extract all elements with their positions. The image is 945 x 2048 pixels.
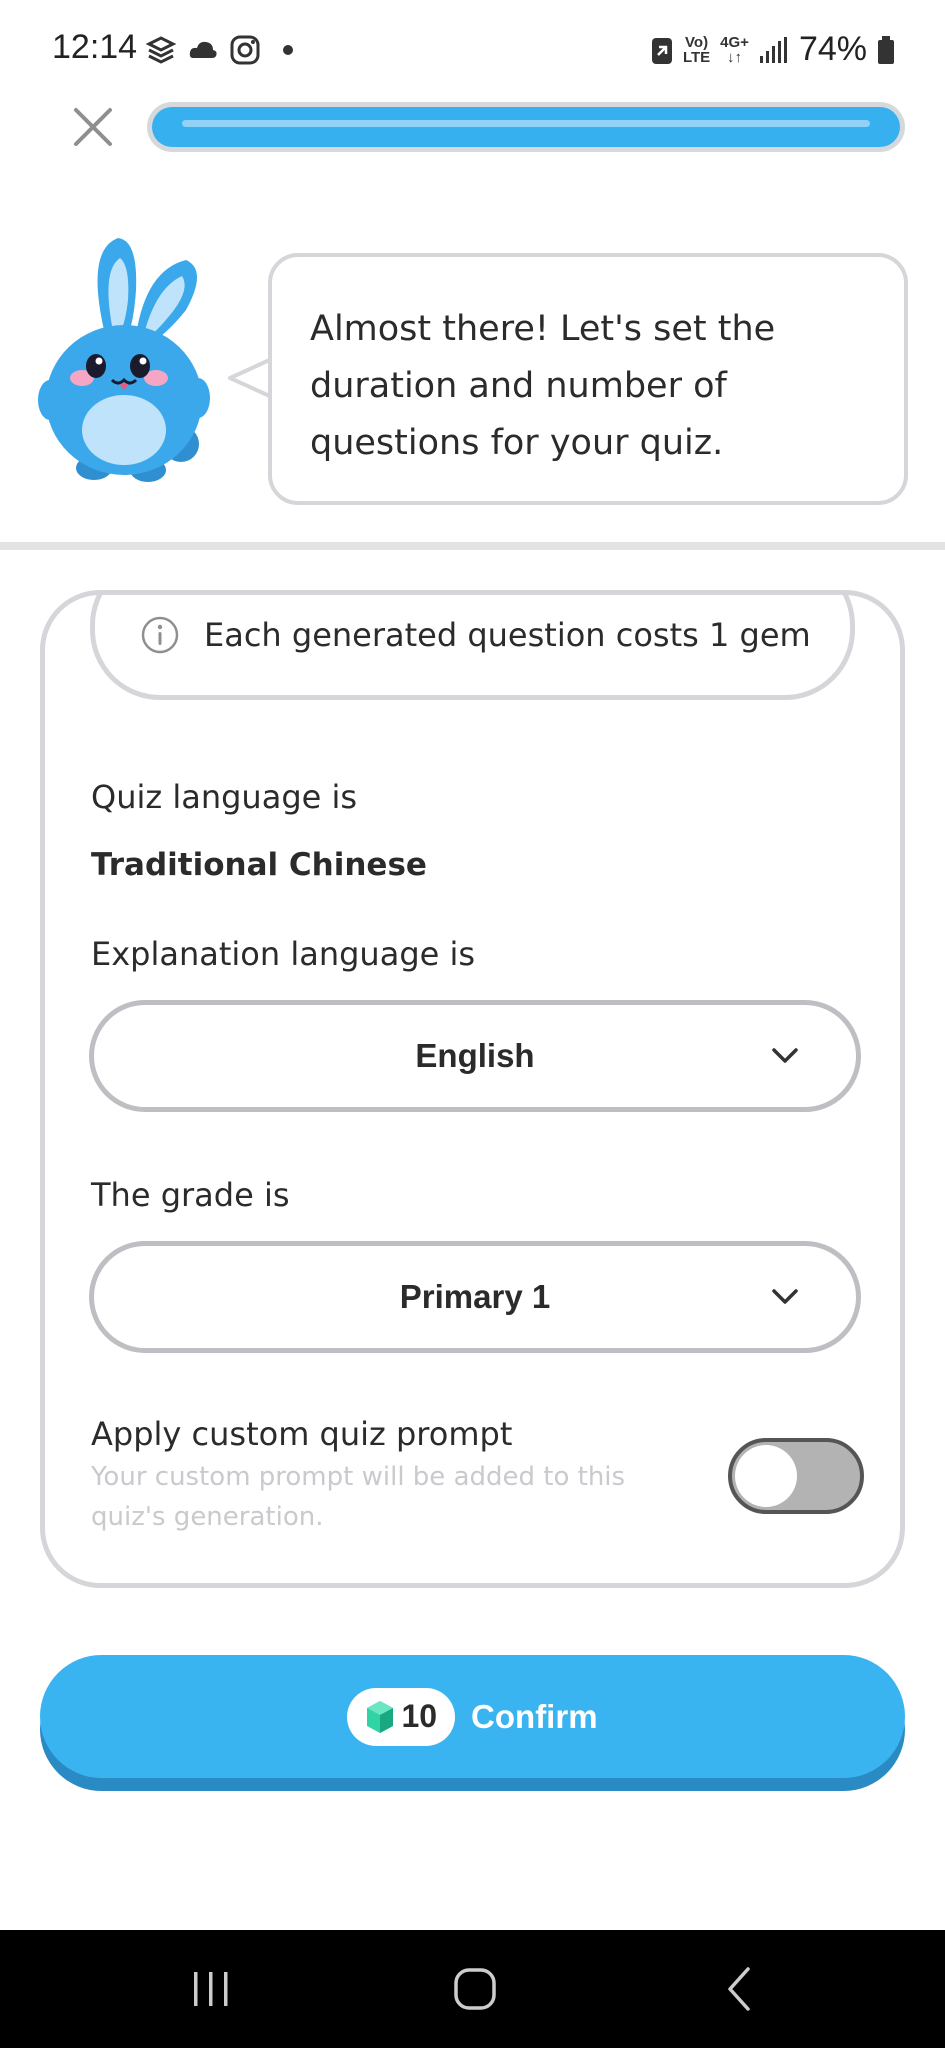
signal-icon [759,36,787,63]
gem-cost-chip: 10 [347,1687,456,1746]
volte-top: Vo) [685,33,709,51]
section-divider [0,542,945,550]
gem-cost-notice: Each generated question costs 1 gem [90,595,855,700]
status-time: 12:14 [52,28,138,66]
volte-indicator: Vo) LTE [683,35,710,65]
gem-icon [367,1700,394,1733]
grade-label: The grade is [91,1176,290,1214]
bunny-mascot-icon [38,238,210,482]
quiz-language-value: Traditional Chinese [91,847,427,883]
custom-prompt-subtitle: Your custom prompt will be added to this… [91,1462,626,1532]
stack-app-icon [145,36,177,64]
battery-saver-icon [651,37,672,64]
instagram-icon [230,35,260,65]
grade-value: Primary 1 [399,1278,551,1315]
gem-count: 10 [401,1698,438,1734]
more-notifications-dot [283,45,293,55]
toggle-knob [735,1445,797,1507]
grade-select[interactable]: Primary 1 [89,1241,861,1353]
battery-icon [878,35,894,64]
network-type-bottom: ↓↑ [727,48,743,66]
battery-percent: 74% [798,30,867,68]
recents-icon[interactable] [186,1964,236,2014]
custom-prompt-toggle[interactable] [728,1438,864,1514]
chevron-down-icon [772,1048,798,1063]
explanation-language-select[interactable]: English [89,1000,861,1112]
status-bar: 12:14 Vo) LTE 4G+ ↓↑ 74% [0,0,945,100]
custom-prompt-title: Apply custom quiz prompt [91,1415,513,1453]
gem-cost-text: Each generated question costs 1 gem [204,616,811,654]
progress-fill [152,107,900,147]
progress-bar [147,102,905,152]
back-icon[interactable] [716,1964,766,2014]
close-icon[interactable] [70,104,116,150]
volte-bottom: LTE [682,48,711,66]
system-icons: Vo) LTE 4G+ ↓↑ 74% [651,30,895,69]
quiz-settings-card: Each generated question costs 1 gem Quiz… [40,590,905,1588]
quiz-language-label: Quiz language is [91,778,358,816]
confirm-button[interactable]: 10 Confirm [40,1655,905,1778]
speech-bubble: Almost there! Let's set the duration and… [268,253,908,505]
confirm-label: Confirm [471,1697,598,1735]
home-icon[interactable] [450,1964,500,2014]
system-nav-bar [0,1930,945,2048]
explanation-language-label: Explanation language is [91,935,476,973]
chevron-down-icon [772,1289,798,1304]
network-type-indicator: 4G+ ↓↑ [720,35,749,65]
explanation-language-value: English [415,1037,535,1074]
network-type-top: 4G+ [720,33,749,51]
cloud-app-icon [189,41,217,58]
info-icon [141,616,179,654]
speech-bubble-text: Almost there! Let's set the duration and… [310,309,776,463]
notification-icons [145,34,293,66]
